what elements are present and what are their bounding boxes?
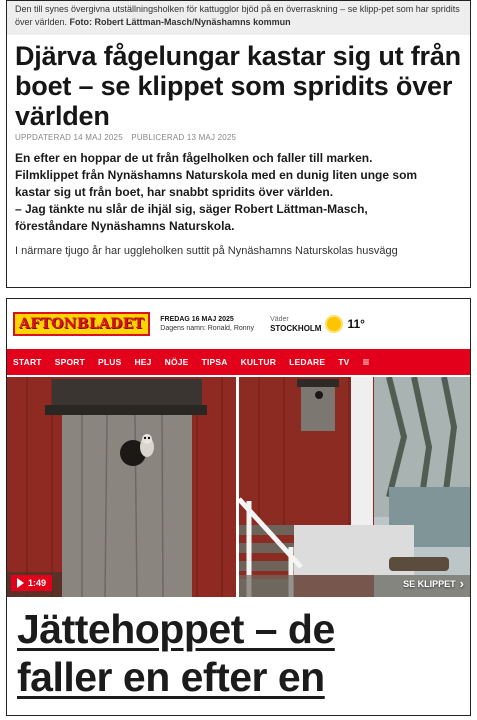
house-photo[interactable]: SE KLIPPET › [239, 377, 470, 597]
headline-line-1: Jättehoppet – de [17, 606, 335, 652]
weather-widget[interactable]: Väder STOCKHOLM 11° [270, 315, 365, 333]
video-duration: 1:49 [28, 578, 47, 588]
lead-line: – Jag tänkte nu slår de ihjäl sig, säger… [15, 202, 368, 216]
nav-item-noje[interactable]: NÖJE [165, 357, 189, 367]
name-day: Dagens namn: Ronald, Ronny [160, 325, 255, 332]
lead-line: föreståndare Nynäshamns Naturskola. [15, 219, 235, 233]
nav-item-kultur[interactable]: KULTUR [241, 357, 277, 367]
aftonbladet-logo[interactable]: AFTONBLADET [13, 312, 151, 336]
see-clip-label: SE KLIPPET [403, 579, 456, 589]
caption-credit: Foto: Robert Lättman-Masch/Nynäshamns ko… [69, 17, 291, 27]
sun-icon [327, 317, 342, 331]
nav-item-tipsa[interactable]: TIPSA [202, 357, 228, 367]
article-body: I närmare tjugo år har uggleholken sutti… [15, 245, 398, 257]
site-header: AFTONBLADET FREDAG 16 MAJ 2025 Dagens na… [7, 299, 470, 349]
video-teaser[interactable]: 1:49 SE KLIPPET › [7, 377, 470, 597]
weather-text: Väder STOCKHOLM [270, 315, 321, 333]
nav-item-tv[interactable]: TV [338, 357, 349, 367]
weather-city: STOCKHOLM [270, 324, 322, 333]
nav-item-start[interactable]: START [13, 357, 42, 367]
lead-line: kastar sig ut från boet, har snabbt spri… [15, 185, 334, 199]
see-clip-link[interactable]: SE KLIPPET › [403, 576, 464, 591]
chevron-right-icon: › [459, 576, 464, 591]
main-nav: START SPORT PLUS HEJ NÖJE TIPSA KULTUR L… [7, 349, 470, 375]
house-illustration [239, 377, 470, 597]
article-dates: UPPDATERAD 14 MAJ 2025 PUBLICERAD 13 MAJ… [7, 131, 470, 142]
nav-item-sport[interactable]: SPORT [55, 357, 85, 367]
nav-item-hej[interactable]: HEJ [134, 357, 151, 367]
lead-line: Filmklippet från Nynäshamns Naturskola m… [15, 168, 418, 182]
play-icon [17, 578, 24, 588]
birdhouse-photo[interactable]: 1:49 [7, 377, 236, 597]
aftonbladet-panel: AFTONBLADET FREDAG 16 MAJ 2025 Dagens na… [6, 298, 471, 716]
nav-item-plus[interactable]: PLUS [98, 357, 121, 367]
birdhouse-illustration [7, 377, 236, 597]
date-block: FREDAG 16 MAJ 2025 Dagens namn: Ronald, … [160, 315, 254, 333]
nav-item-ledare[interactable]: LEDARE [289, 357, 325, 367]
updated-date: UPPDATERAD 14 MAJ 2025 [15, 133, 123, 142]
published-date: PUBLICERAD 13 MAJ 2025 [131, 133, 237, 142]
photo-caption: Den till synes övergivna utställningshol… [7, 1, 470, 35]
date-text: FREDAG 16 MAJ 2025 [160, 316, 234, 323]
article-headline: Djärva fågelungar kastar sig ut från boe… [15, 41, 461, 131]
weather-label: Väder [270, 316, 289, 323]
video-duration-badge[interactable]: 1:49 [11, 575, 53, 591]
headline-line-2: faller en efter en [17, 654, 325, 700]
weather-temp: 11° [347, 317, 365, 331]
article-panel: Den till synes övergivna utställningshol… [6, 0, 471, 288]
teaser-headline[interactable]: Jättehoppet – de faller en efter en [7, 597, 470, 701]
lead-line: En efter en hoppar de ut från fågelholke… [15, 151, 373, 165]
article-lead: En efter en hoppar de ut från fågelholke… [7, 142, 470, 235]
menu-icon[interactable]: ≡ [363, 355, 370, 369]
